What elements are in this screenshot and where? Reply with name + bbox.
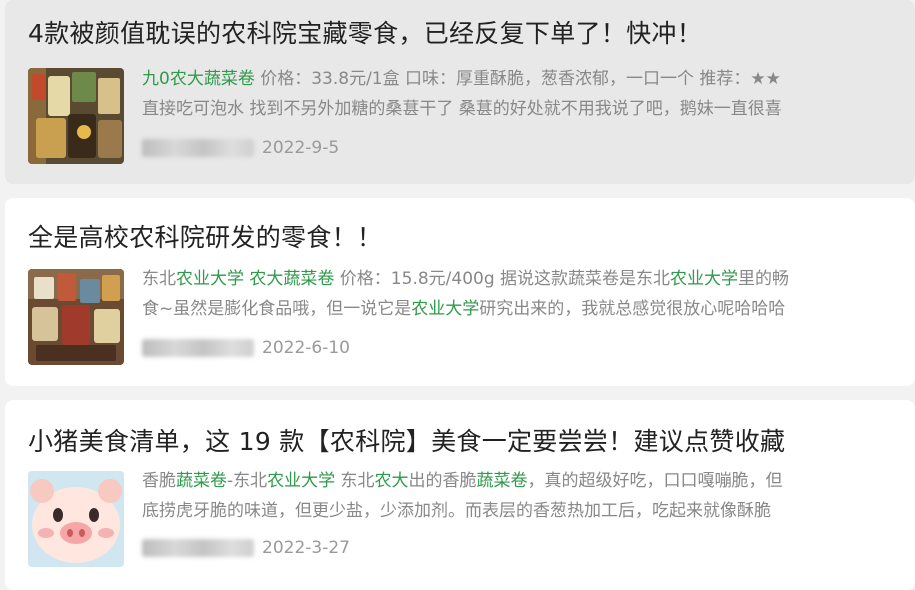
result-snippet-line: 底捞虎牙脆的味道，但更少盐，少添加剂。而表层的香葱热加工后，吃起来就像酥脆 bbox=[142, 500, 771, 522]
highlighted-keyword: 农业大学 bbox=[411, 299, 480, 319]
highlighted-keyword: 农业大学 bbox=[670, 269, 739, 289]
snippet-text: 食~虽然是膨化食品哦，但一说它是 bbox=[142, 299, 412, 319]
snippet-text: 直接吃可泡水 找到不另外加糖的桑葚干了 桑葚的好处就不用我说了吧，鹅妹一直很喜 bbox=[142, 99, 782, 119]
blurred-author bbox=[142, 139, 254, 157]
highlighted-keyword: 蔬菜卷 bbox=[176, 471, 227, 491]
blurred-author bbox=[142, 339, 254, 357]
snippet-text: 研究出来的，我就总感觉很放心呢哈哈哈 bbox=[479, 299, 786, 319]
snack-photo-image bbox=[28, 68, 124, 164]
result-meta: 2022-6-10 bbox=[142, 337, 350, 359]
snippet-text: 价格：15.8元/400g 据说这款蔬菜卷是东北 bbox=[334, 269, 671, 289]
result-title[interactable]: 全是高校农科院研发的零食！！ bbox=[28, 218, 382, 254]
snippet-text: 价格：33.8元/1盒 口味：厚重酥脆，葱香浓郁，一口一个 推荐：★★ bbox=[254, 69, 781, 89]
snippet-text: 里的畅 bbox=[738, 269, 790, 289]
publish-date: 2022-9-5 bbox=[262, 138, 340, 158]
highlighted-keyword: 农大蔬菜卷 bbox=[249, 269, 335, 289]
blurred-author bbox=[142, 539, 254, 557]
highlighted-keyword: 九0农大蔬菜卷 bbox=[142, 69, 255, 89]
result-title[interactable]: 4款被颜值耽误的农科院宝藏零食，已经反复下单了！快冲！ bbox=[28, 14, 702, 50]
snack-photo-image bbox=[28, 269, 124, 365]
result-title[interactable]: 小猪美食清单，这 19 款【农科院】美食一定要尝尝！建议点赞收藏 bbox=[28, 422, 785, 458]
result-thumbnail[interactable] bbox=[28, 269, 124, 365]
result-snippet-line: 九0农大蔬菜卷 价格：33.8元/1盒 口味：厚重酥脆，葱香浓郁，一口一个 推荐… bbox=[142, 68, 781, 90]
highlighted-keyword: 农业大学 bbox=[176, 269, 244, 289]
snippet-text: 出的香脆 bbox=[408, 471, 477, 491]
result-card-2[interactable]: 全是高校农科院研发的零食！！ 东北农业大学 农大蔬菜卷 价格：15.8元/400… bbox=[5, 198, 915, 386]
highlighted-keyword: 蔬菜卷 bbox=[476, 471, 528, 491]
result-card-3[interactable]: 小猪美食清单，这 19 款【农科院】美食一定要尝尝！建议点赞收藏 香脆蔬菜卷-东… bbox=[5, 400, 915, 590]
result-snippet-line: 直接吃可泡水 找到不另外加糖的桑葚干了 桑葚的好处就不用我说了吧，鹅妹一直很喜 bbox=[142, 98, 782, 120]
snippet-text: 香脆 bbox=[142, 471, 176, 491]
snippet-text: ，真的超级好吃，口口嘎嘣脆，但 bbox=[527, 471, 783, 491]
snippet-text: 东北 bbox=[335, 471, 375, 491]
snippet-text: -东北 bbox=[227, 471, 268, 491]
result-snippet-line: 东北农业大学 农大蔬菜卷 价格：15.8元/400g 据说这款蔬菜卷是东北农业大… bbox=[142, 268, 789, 290]
snippet-text: 东北 bbox=[142, 269, 176, 289]
result-thumbnail[interactable] bbox=[28, 68, 124, 164]
highlighted-keyword: 农大 bbox=[374, 471, 409, 491]
pig-avatar-image bbox=[28, 471, 124, 567]
result-snippet-line: 香脆蔬菜卷-东北农业大学 东北农大出的香脆蔬菜卷，真的超级好吃，口口嘎嘣脆，但 bbox=[142, 470, 783, 492]
result-snippet-line: 食~虽然是膨化食品哦，但一说它是农业大学研究出来的，我就总感觉很放心呢哈哈哈 bbox=[142, 298, 785, 320]
result-thumbnail[interactable] bbox=[28, 471, 124, 567]
highlighted-keyword: 农业大学 bbox=[267, 471, 336, 491]
result-card-1[interactable]: 4款被颜值耽误的农科院宝藏零食，已经反复下单了！快冲！ 九0农大蔬菜卷 价格：3… bbox=[5, 0, 915, 184]
result-meta: 2022-9-5 bbox=[142, 137, 339, 159]
result-meta: 2022-3-27 bbox=[142, 537, 350, 559]
snippet-text: 底捞虎牙脆的味道，但更少盐，少添加剂。而表层的香葱热加工后，吃起来就像酥脆 bbox=[142, 501, 771, 521]
publish-date: 2022-6-10 bbox=[262, 338, 350, 358]
publish-date: 2022-3-27 bbox=[262, 538, 350, 558]
